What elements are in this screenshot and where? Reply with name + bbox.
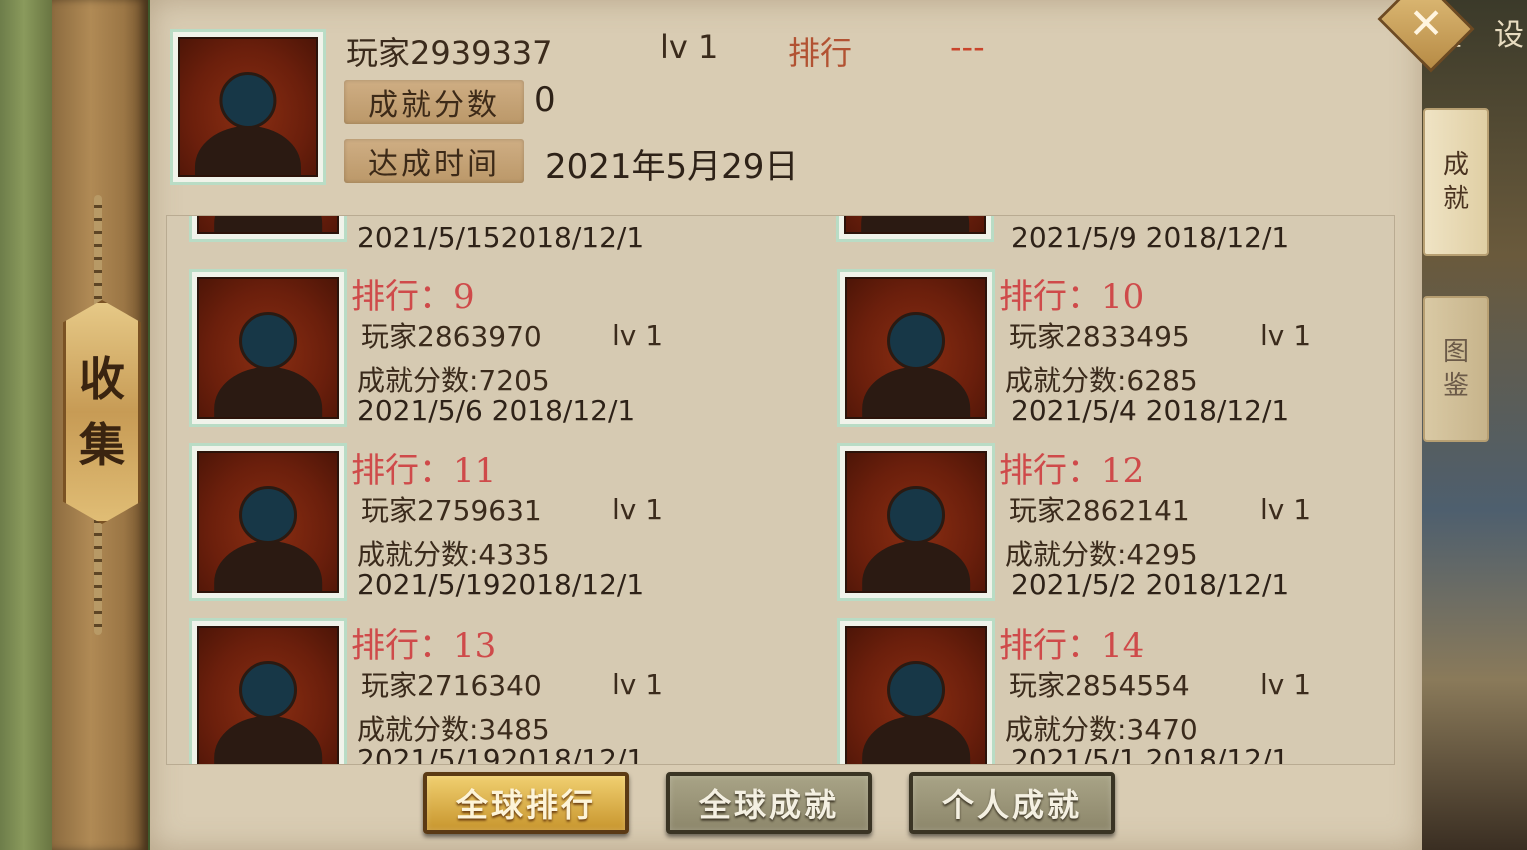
entry-rank: 排行：14 <box>999 626 1145 666</box>
entry-level: lv 1 <box>612 493 664 526</box>
entry-date: 2021/5/152018/12/1 <box>357 221 645 254</box>
entry-date: 2021/5/6 2018/12/1 <box>357 394 636 427</box>
tab-achievement[interactable]: 成 就 <box>1423 108 1489 256</box>
entry-rank: 排行：13 <box>351 626 497 666</box>
avatar <box>836 216 994 242</box>
tab-achievement-char-2: 就 <box>1442 184 1469 214</box>
entry-player-name: 玩家2854554 <box>1009 669 1190 702</box>
collect-label-char-2: 集 <box>79 418 125 472</box>
entry-rank: 排行：10 <box>999 277 1145 317</box>
entry-player-name: 玩家2759631 <box>361 494 542 527</box>
time-label-chip: 达成时间 <box>344 139 524 183</box>
default-avatar-icon <box>845 626 987 764</box>
score-label-chip: 成就分数 <box>344 80 524 124</box>
default-avatar-icon <box>197 626 339 764</box>
player-rank-value: --- <box>950 28 985 66</box>
list-item[interactable]: 排行：12 玩家2862141 lv 1 成就分数:4295 2021/5/2 … <box>815 443 1394 613</box>
default-avatar-icon <box>845 451 987 593</box>
entry-score: 成就分数:7205 <box>357 364 550 397</box>
list-item[interactable]: 排行：9 玩家2863970 lv 1 成就分数:7205 2021/5/6 2… <box>167 269 767 439</box>
avatar <box>189 443 347 601</box>
entry-date: 2021/5/9 2018/12/1 <box>1011 221 1290 254</box>
tab-codex-char-2: 鉴 <box>1442 371 1469 401</box>
entry-score: 成就分数:4295 <box>1005 538 1198 571</box>
entry-date: 2021/5/2 2018/12/1 <box>1011 568 1290 601</box>
collect-label-char-1: 收 <box>79 352 125 406</box>
list-item[interactable]: 排行：10 玩家2833495 lv 1 成就分数:6285 2021/5/4 … <box>815 269 1394 439</box>
entry-player-name: 玩家2716340 <box>361 669 542 702</box>
default-avatar-icon <box>178 37 318 177</box>
corner-text-b: 设 <box>1494 18 1524 53</box>
default-avatar-icon <box>197 451 339 593</box>
entry-date: 2021/5/4 2018/12/1 <box>1011 394 1290 427</box>
list-item[interactable]: 2021/5/9 2018/12/1 <box>814 216 1394 254</box>
tab-codex-char-1: 图 <box>1442 337 1469 367</box>
default-avatar-icon <box>845 277 987 419</box>
avatar <box>837 443 995 601</box>
entry-player-name: 玩家2833495 <box>1009 320 1190 353</box>
avatar <box>837 269 995 427</box>
entry-rank: 排行：9 <box>351 277 475 317</box>
entry-player-name: 玩家2863970 <box>361 320 542 353</box>
chain-decoration-bottom <box>94 510 102 635</box>
collect-tab[interactable]: 收 集 <box>63 300 141 524</box>
player-name: 玩家2939337 <box>346 34 553 72</box>
tab-codex[interactable]: 图 鉴 <box>1423 296 1489 442</box>
entry-score: 成就分数:3485 <box>357 713 550 746</box>
list-item[interactable]: 排行：11 玩家2759631 lv 1 成就分数:4335 2021/5/19… <box>167 443 767 613</box>
entry-score: 成就分数:6285 <box>1005 364 1198 397</box>
personal-achievement-button[interactable]: 个人成就 <box>909 772 1115 834</box>
entry-player-name: 玩家2862141 <box>1009 494 1190 527</box>
entry-level: lv 1 <box>1260 493 1312 526</box>
avatar <box>189 216 347 242</box>
background-scenery-left <box>0 0 60 850</box>
tab-achievement-char-1: 成 <box>1442 150 1469 180</box>
player-score: 0 <box>534 80 556 120</box>
avatar <box>189 618 347 764</box>
entry-level: lv 1 <box>1260 319 1312 352</box>
ranking-list[interactable]: 2021/5/152018/12/1 2021/5/9 2018/12/1 排行… <box>166 215 1395 765</box>
entry-date: 2021/5/1 2018/12/1 <box>1011 743 1290 765</box>
avatar <box>189 269 347 427</box>
entry-date: 2021/5/192018/12/1 <box>357 568 645 601</box>
close-icon: ✕ <box>1408 0 1444 49</box>
default-avatar-icon <box>844 216 986 234</box>
entry-date: 2021/5/192018/12/1 <box>357 743 645 765</box>
entry-score: 成就分数:4335 <box>357 538 550 571</box>
player-rank-label: 排行 <box>788 34 853 72</box>
entry-rank: 排行：12 <box>999 451 1145 491</box>
entry-level: lv 1 <box>612 668 664 701</box>
player-achieve-time: 2021年5月29日 <box>545 147 799 187</box>
chain-decoration-top <box>94 195 102 310</box>
list-item[interactable]: 2021/5/152018/12/1 <box>167 216 767 254</box>
global-achievement-button[interactable]: 全球成就 <box>666 772 872 834</box>
list-item[interactable]: 排行：13 玩家2716340 lv 1 成就分数:3485 2021/5/19… <box>167 618 767 765</box>
avatar <box>837 618 995 764</box>
player-avatar <box>170 29 326 185</box>
entry-level: lv 1 <box>612 319 664 352</box>
global-ranking-button[interactable]: 全球排行 <box>423 772 629 834</box>
default-avatar-icon <box>197 216 339 234</box>
default-avatar-icon <box>197 277 339 419</box>
entry-score: 成就分数:3470 <box>1005 713 1198 746</box>
player-level: lv 1 <box>660 28 719 66</box>
entry-rank: 排行：11 <box>351 451 497 491</box>
entry-level: lv 1 <box>1260 668 1312 701</box>
list-item[interactable]: 排行：14 玩家2854554 lv 1 成就分数:3470 2021/5/1 … <box>815 618 1394 765</box>
